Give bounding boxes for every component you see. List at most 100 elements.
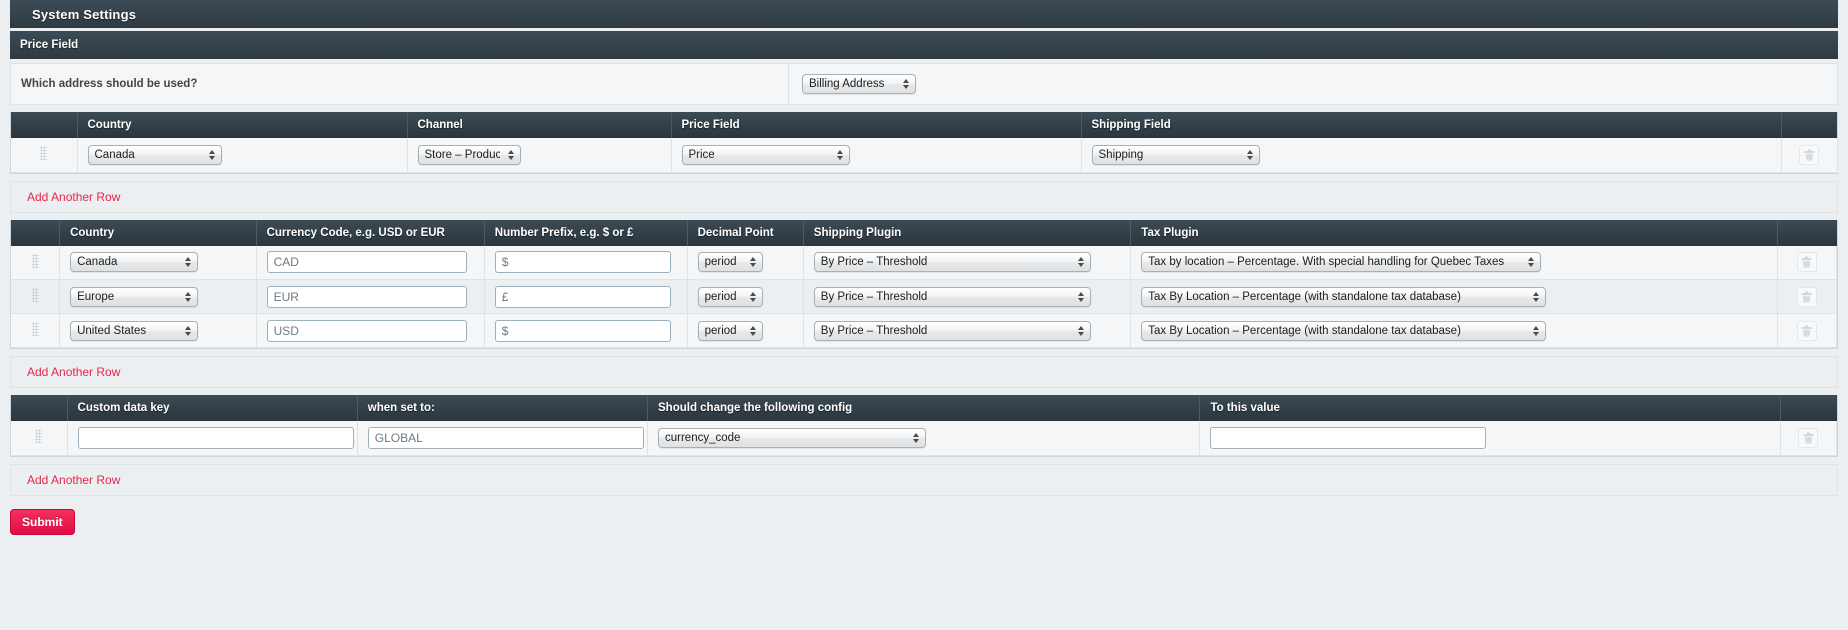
cell-channel: Store – Products <box>407 138 672 173</box>
table-header-row: Country Channel Price Field Shipping Fie… <box>11 112 1837 138</box>
cell-decimal-point: period <box>687 279 804 314</box>
col-custom-data-key: Custom data key <box>67 395 358 421</box>
drag-handle-icon[interactable] <box>31 253 39 268</box>
tax-plugin-select[interactable]: Tax by location – Percentage. With speci… <box>1141 252 1542 273</box>
trash-icon[interactable] <box>1796 286 1817 307</box>
number-prefix-input[interactable] <box>494 285 671 308</box>
cell-shipping-plugin: By Price – Threshold <box>803 313 1132 348</box>
cell-custom-data-key <box>67 421 358 456</box>
add-another-row-link[interactable]: Add Another Row <box>27 473 120 487</box>
col-channel: Channel <box>407 112 672 138</box>
trash-icon[interactable] <box>1798 427 1819 448</box>
trash-icon[interactable] <box>1796 252 1817 273</box>
when-set-to-input[interactable] <box>367 426 644 449</box>
config-select[interactable]: currency_code <box>658 427 926 448</box>
cell-decimal-point: period <box>687 245 804 280</box>
submit-bar: Submit <box>10 508 1838 535</box>
col-actions <box>1780 395 1837 421</box>
delete-cell[interactable] <box>1777 313 1838 348</box>
drag-handle-cell[interactable] <box>11 313 61 348</box>
currency-code-input[interactable] <box>266 319 467 342</box>
shipping-plugin-select[interactable]: By Price – Threshold <box>813 286 1091 307</box>
drag-handle-icon[interactable] <box>40 146 48 161</box>
col-to-this-value: To this value <box>1199 395 1781 421</box>
address-select-cell: Billing Address <box>789 74 916 94</box>
price-field-table: Country Channel Price Field Shipping Fie… <box>11 112 1838 173</box>
cell-shipping-plugin: By Price – Threshold <box>803 245 1132 280</box>
address-select[interactable]: Billing Address <box>802 74 916 94</box>
cell-tax-plugin: Tax By Location – Percentage (with stand… <box>1130 313 1778 348</box>
country-select[interactable]: United States <box>70 320 199 341</box>
col-shipping-field: Shipping Field <box>1081 112 1782 138</box>
price-field-table-wrap: Country Channel Price Field Shipping Fie… <box>10 112 1838 174</box>
country-select[interactable]: Europe <box>70 286 199 307</box>
custom-data-table: Custom data key when set to: Should chan… <box>11 395 1838 456</box>
cell-number-prefix <box>484 313 688 348</box>
shipping-plugin-select[interactable]: By Price – Threshold <box>813 252 1091 273</box>
drag-handle-cell[interactable] <box>11 138 78 173</box>
currency-code-input[interactable] <box>266 251 467 274</box>
decimal-point-select[interactable]: period <box>697 320 763 341</box>
cell-to-this-value <box>1199 421 1781 456</box>
submit-button[interactable]: Submit <box>10 508 75 535</box>
trash-icon[interactable] <box>1799 144 1819 165</box>
cell-when-set-to <box>357 421 649 456</box>
drag-handle-cell[interactable] <box>11 245 61 280</box>
currency-table: Country Currency Code, e.g. USD or EUR N… <box>11 219 1838 348</box>
delete-cell[interactable] <box>1780 421 1838 456</box>
decimal-point-select[interactable]: period <box>697 252 763 273</box>
cell-currency-code <box>256 245 485 280</box>
currency-code-input[interactable] <box>266 285 467 308</box>
shipping-field-select[interactable]: Shipping <box>1091 144 1260 165</box>
section-title: Price Field <box>20 39 79 51</box>
country-select[interactable]: Canada <box>87 144 222 165</box>
col-config: Should change the following config <box>647 395 1201 421</box>
add-another-row-link[interactable]: Add Another Row <box>27 365 120 379</box>
add-row-band-custom-data: Add Another Row <box>10 463 1838 496</box>
add-row-band-price-field: Add Another Row <box>10 180 1838 213</box>
col-number-prefix: Number Prefix, e.g. $ or £ <box>484 219 688 246</box>
drag-handle-cell[interactable] <box>11 279 61 314</box>
channel-select[interactable]: Store – Products <box>417 144 521 165</box>
col-price-field: Price Field <box>671 112 1082 138</box>
delete-cell[interactable] <box>1777 245 1838 280</box>
price-field-select[interactable]: Price <box>681 144 850 165</box>
country-select[interactable]: Canada <box>70 252 199 273</box>
col-country: Country <box>59 219 257 246</box>
drag-handle-cell[interactable] <box>11 421 68 456</box>
cell-country: Canada <box>77 138 408 173</box>
cell-tax-plugin: Tax by location – Percentage. With speci… <box>1130 245 1778 280</box>
col-tax-plugin: Tax Plugin <box>1130 219 1778 246</box>
window-title-bar: System Settings <box>10 0 1838 28</box>
trash-icon[interactable] <box>1796 320 1817 341</box>
table-header-row: Custom data key when set to: Should chan… <box>11 395 1837 421</box>
table-row: currency_code <box>11 421 1838 456</box>
custom-data-key-input[interactable] <box>77 426 354 449</box>
col-actions <box>1781 112 1837 138</box>
delete-cell[interactable] <box>1781 138 1838 173</box>
cell-config: currency_code <box>647 421 1201 456</box>
address-setting-row: Which address should be used? Billing Ad… <box>10 63 1838 105</box>
number-prefix-input[interactable] <box>494 251 671 274</box>
cell-price-field: Price <box>671 138 1082 173</box>
col-when-set-to: when set to: <box>357 395 649 421</box>
drag-handle-icon[interactable] <box>31 322 39 336</box>
shipping-plugin-select[interactable]: By Price – Threshold <box>813 320 1091 341</box>
page-title: System Settings <box>32 6 137 22</box>
drag-handle-icon[interactable] <box>31 288 39 302</box>
add-another-row-link[interactable]: Add Another Row <box>27 190 120 204</box>
table-row: Canada period By Price – Threshold Tax by l… <box>11 245 1838 280</box>
decimal-point-select[interactable]: period <box>697 286 763 307</box>
drag-handle-icon[interactable] <box>35 429 43 444</box>
tax-plugin-select[interactable]: Tax By Location – Percentage (with stand… <box>1141 320 1547 341</box>
delete-cell[interactable] <box>1777 279 1838 314</box>
add-row-band-currency: Add Another Row <box>10 356 1838 388</box>
cell-tax-plugin: Tax By Location – Percentage (with stand… <box>1130 279 1778 314</box>
col-country: Country <box>77 112 408 138</box>
to-this-value-input[interactable] <box>1210 426 1487 449</box>
col-currency-code: Currency Code, e.g. USD or EUR <box>256 219 485 246</box>
cell-currency-code <box>256 313 485 348</box>
tax-plugin-select[interactable]: Tax By Location – Percentage (with stand… <box>1141 286 1547 307</box>
number-prefix-input[interactable] <box>494 319 671 342</box>
custom-data-table-wrap: Custom data key when set to: Should chan… <box>10 395 1838 457</box>
